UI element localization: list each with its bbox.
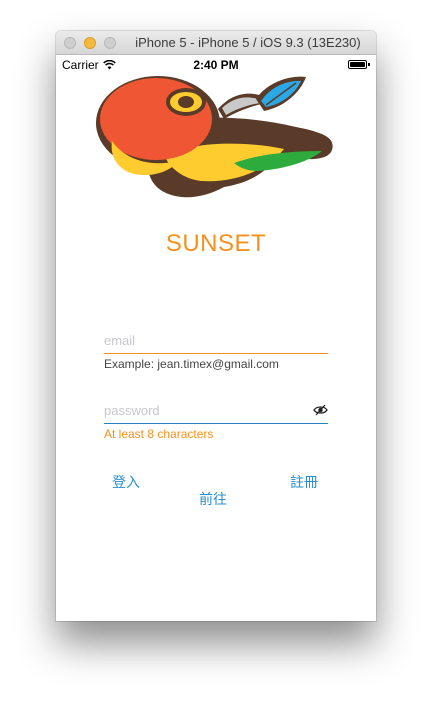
simulator-window: iPhone 5 - iPhone 5 / iOS 9.3 (13E230) C… — [56, 31, 376, 621]
password-underline — [104, 423, 328, 424]
minimize-window-button[interactable] — [84, 37, 96, 49]
login-button[interactable]: 登入 — [112, 472, 140, 492]
window-title: iPhone 5 - iPhone 5 / iOS 9.3 (13E230) — [135, 35, 361, 50]
close-window-button[interactable] — [64, 37, 76, 49]
screen: iPhone 5 - iPhone 5 / iOS 9.3 (13E230) C… — [0, 0, 432, 702]
email-hint: Example: jean.timex@gmail.com — [104, 357, 279, 371]
zoom-window-button[interactable] — [104, 37, 116, 49]
password-hint: At least 8 characters — [104, 427, 214, 441]
window-titlebar: iPhone 5 - iPhone 5 / iOS 9.3 (13E230) — [56, 31, 376, 55]
email-input[interactable] — [104, 330, 328, 350]
bower-bird-logo-icon — [96, 76, 333, 198]
login-screen: SUNSET Example: jean.timex@gmail.com At … — [56, 75, 376, 621]
eye-slash-icon[interactable] — [313, 404, 328, 416]
app-title: SUNSET — [165, 230, 267, 257]
email-field-group — [104, 330, 328, 354]
status-bar: Carrier 2:40 PM — [56, 55, 376, 75]
password-field-group — [104, 400, 328, 424]
email-underline — [104, 353, 328, 354]
go-button[interactable]: 前往 — [199, 489, 227, 509]
register-button[interactable]: 註冊 — [290, 472, 318, 492]
status-time: 2:40 PM — [193, 58, 239, 72]
battery-icon — [348, 60, 370, 69]
password-input[interactable] — [104, 400, 328, 420]
